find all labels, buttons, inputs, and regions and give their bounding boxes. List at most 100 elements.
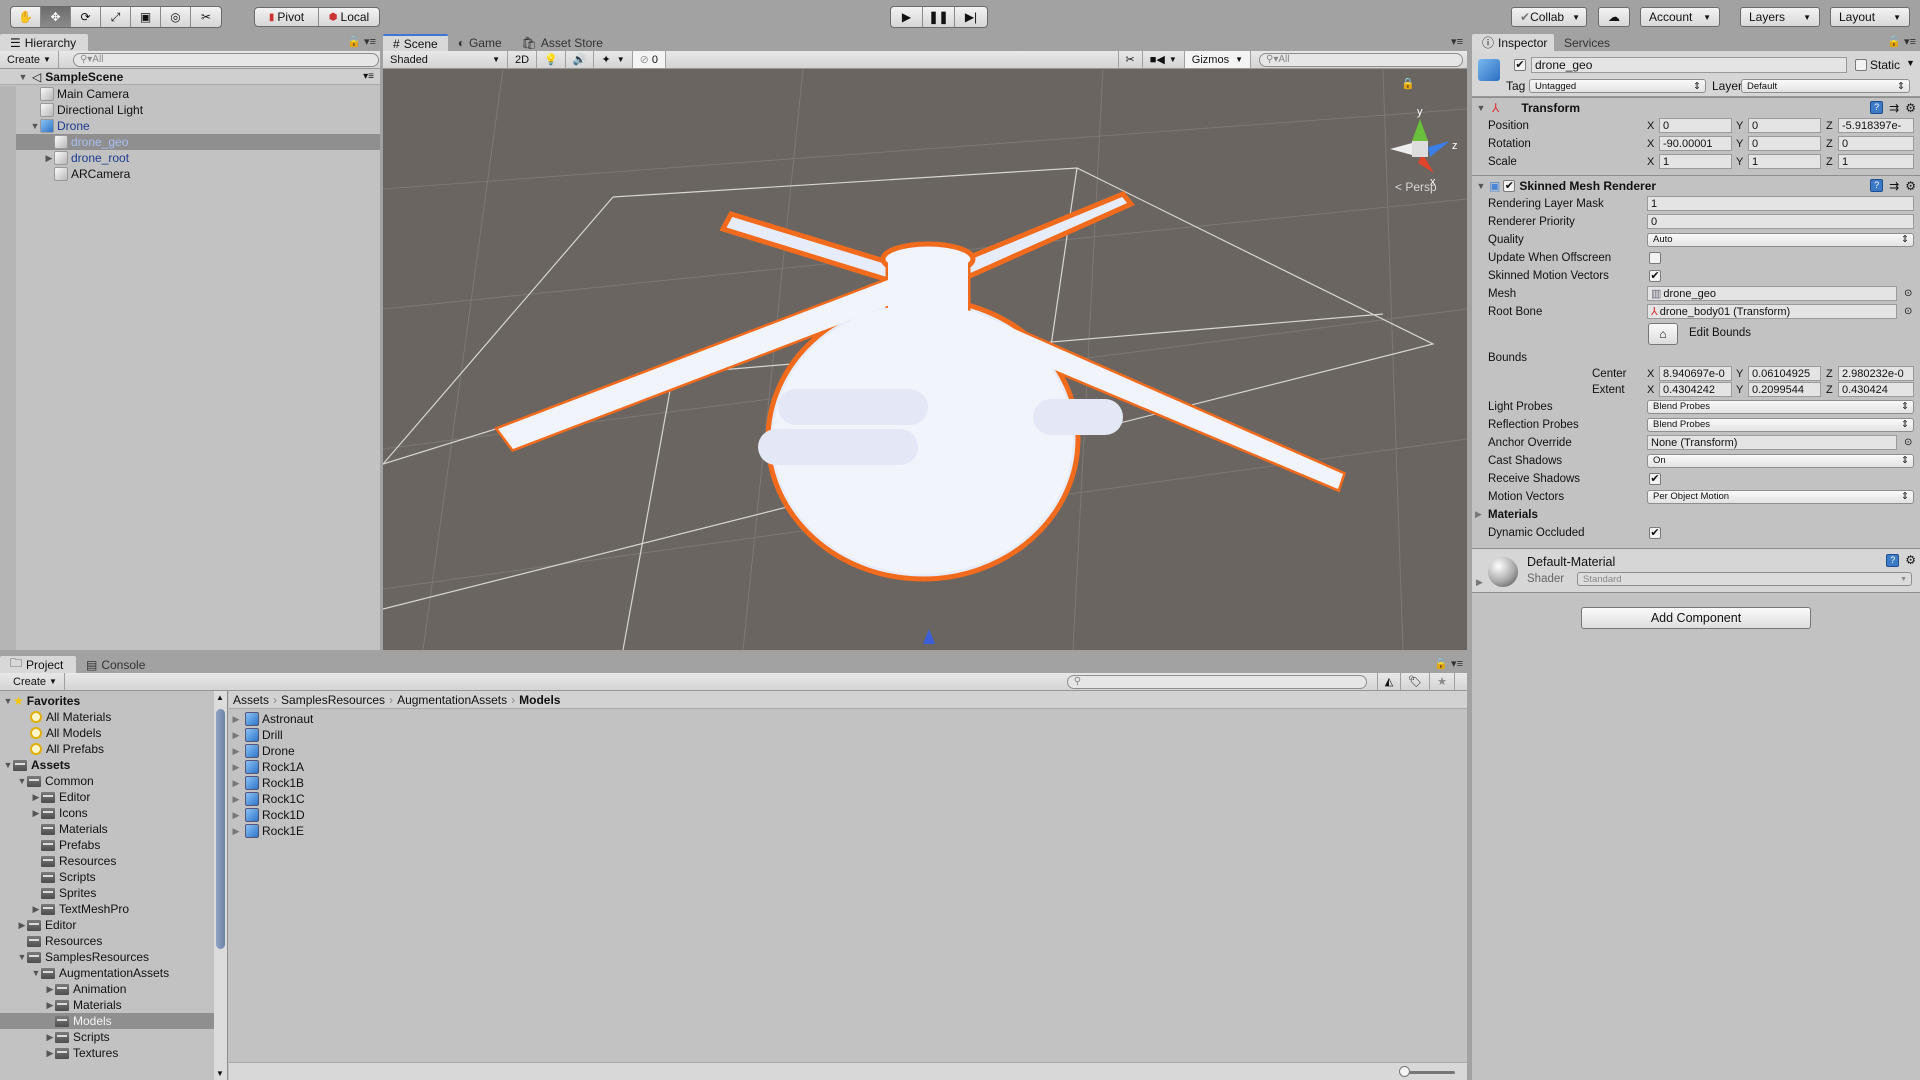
- shading-mode-dropdown[interactable]: Shaded ▼: [383, 51, 508, 68]
- edit-bounds-button[interactable]: ⌂: [1648, 323, 1678, 345]
- folder-tree-item[interactable]: Scripts: [0, 869, 227, 885]
- scale-x-field[interactable]: 1: [1659, 154, 1732, 169]
- material-header[interactable]: ▶ Default-Material Shader Standard ▼ ? ⚙: [1472, 548, 1920, 593]
- expand-closed-icon[interactable]: ▶: [231, 810, 241, 821]
- smr-enabled-checkbox[interactable]: ✔: [1503, 179, 1516, 192]
- scale-z-field[interactable]: 1: [1838, 154, 1914, 169]
- hand-tool-button[interactable]: ✋: [11, 7, 41, 27]
- skinned-mesh-renderer-header[interactable]: ▼ ▣ ✔ Skinned Mesh Renderer ? ⇉ ⚙: [1472, 175, 1920, 195]
- expand-open-icon[interactable]: ▼: [31, 968, 41, 978]
- folder-tree-item[interactable]: Materials: [0, 821, 227, 837]
- favorites-row[interactable]: ▼ ★ Favorites: [0, 693, 227, 709]
- local-button[interactable]: ⬢ Local: [319, 8, 379, 26]
- scene-search-input[interactable]: ⚲▾ All: [1259, 52, 1463, 67]
- folder-tree-item[interactable]: Prefabs: [0, 837, 227, 853]
- account-dropdown[interactable]: Account ▼: [1640, 7, 1720, 27]
- favorite-button[interactable]: ★: [1430, 673, 1455, 690]
- expand-closed-icon[interactable]: ▶: [231, 762, 241, 773]
- position-y-field[interactable]: 0: [1748, 118, 1821, 133]
- move-tool-button[interactable]: ✥: [41, 7, 71, 27]
- reflection-probes-dropdown[interactable]: Blend Probes ⇕: [1647, 417, 1914, 432]
- folder-tree-item[interactable]: Sprites: [0, 885, 227, 901]
- gear-icon[interactable]: ⚙: [1905, 101, 1916, 115]
- root-bone-field[interactable]: ⅄ drone_body01 (Transform): [1647, 304, 1897, 319]
- folder-tree-item[interactable]: ▶ Scripts: [0, 1029, 227, 1045]
- rotation-z-field[interactable]: 0: [1838, 136, 1914, 151]
- asset-item[interactable]: ▶ Rock1C: [229, 791, 1467, 807]
- gear-icon[interactable]: ⚙: [1905, 179, 1916, 193]
- scroll-down-icon[interactable]: ▼: [216, 1069, 224, 1078]
- orientation-gizmo[interactable]: y z x: [1390, 106, 1458, 188]
- expand-open-icon[interactable]: ▼: [30, 121, 40, 131]
- breadcrumb-item[interactable]: AugmentationAssets: [397, 693, 507, 707]
- expand-closed-icon[interactable]: ▶: [231, 730, 241, 741]
- dynamic-occluded-checkbox[interactable]: ✔: [1649, 526, 1661, 539]
- light-probes-dropdown[interactable]: Blend Probes ⇕: [1647, 399, 1914, 414]
- static-checkbox[interactable]: [1855, 59, 1867, 71]
- gizmo-lock-icon[interactable]: 🔒: [1401, 77, 1415, 90]
- collab-dropdown[interactable]: ✔ Collab ▼: [1511, 7, 1587, 27]
- hidden-objects-toggle[interactable]: ⊘ 0: [632, 51, 667, 68]
- cast-shadows-dropdown[interactable]: On ⇕: [1647, 453, 1914, 468]
- project-create-button[interactable]: Create ▼: [6, 673, 65, 690]
- gizmos-dropdown[interactable]: Gizmos ▼: [1184, 51, 1251, 68]
- folder-tree-item[interactable]: ▼ AugmentationAssets: [0, 965, 227, 981]
- scene-header-row[interactable]: ▼ ◁ SampleScene ▾≡: [0, 69, 380, 85]
- breadcrumb-item[interactable]: Assets: [233, 693, 269, 707]
- folder-tree-item[interactable]: ▶ Materials: [0, 997, 227, 1013]
- hierarchy-item[interactable]: ARCamera: [0, 166, 380, 182]
- expand-open-icon[interactable]: ▼: [17, 952, 27, 962]
- folder-tree-item[interactable]: ▶ Editor: [0, 789, 227, 805]
- 2d-toggle[interactable]: 2D: [508, 51, 538, 68]
- tab-game[interactable]: ◐ Game: [448, 34, 512, 51]
- mesh-field[interactable]: ▥ drone_geo: [1647, 286, 1897, 301]
- effects-toggle[interactable]: ✦ ▼: [594, 51, 633, 68]
- layer-dropdown[interactable]: Default ⇕: [1741, 79, 1910, 93]
- project-search-input[interactable]: ⚲: [1066, 674, 1367, 689]
- scene-panel-menu[interactable]: ▾≡: [1451, 35, 1463, 48]
- tab-inspector[interactable]: ⓘ Inspector: [1472, 34, 1554, 51]
- lighting-toggle[interactable]: 💡: [537, 51, 566, 68]
- help-icon[interactable]: ?: [1870, 101, 1884, 114]
- tab-console[interactable]: ▤ Console: [76, 656, 155, 673]
- expand-closed-icon[interactable]: ▶: [45, 984, 55, 995]
- expand-closed-icon[interactable]: ▶: [231, 746, 241, 757]
- folder-tree-item[interactable]: ▶ Animation: [0, 981, 227, 997]
- rotation-x-field[interactable]: -90.00001: [1659, 136, 1732, 151]
- scale-y-field[interactable]: 1: [1748, 154, 1821, 169]
- scene-tools-button[interactable]: ✂: [1117, 51, 1143, 68]
- cloud-button[interactable]: ☁: [1598, 7, 1630, 27]
- favorite-item[interactable]: All Prefabs: [0, 741, 227, 757]
- folder-tree-item[interactable]: Resources: [0, 853, 227, 869]
- rect-tool-button[interactable]: ▣: [131, 7, 161, 27]
- play-button[interactable]: ▶: [891, 7, 923, 27]
- folder-tree-item[interactable]: ▶ Editor: [0, 917, 227, 933]
- icon-size-slider-thumb[interactable]: [1399, 1066, 1410, 1077]
- tree-scrollbar[interactable]: ▲ ▼: [214, 691, 227, 1080]
- asset-item[interactable]: ▶ Rock1B: [229, 775, 1467, 791]
- audio-toggle[interactable]: 🔊: [566, 51, 595, 68]
- transform-header[interactable]: ▼ ⅄ Transform ? ⇉ ⚙: [1472, 97, 1920, 117]
- hierarchy-item[interactable]: ▼ Drone: [0, 118, 380, 134]
- favorite-item[interactable]: All Models: [0, 725, 227, 741]
- expand-closed-icon[interactable]: ▶: [17, 920, 27, 931]
- assets-root-row[interactable]: ▼ Assets: [0, 757, 227, 773]
- folder-tree-item[interactable]: ▶ Textures: [0, 1045, 227, 1061]
- position-z-field[interactable]: -5.918397e-: [1838, 118, 1914, 133]
- hierarchy-item[interactable]: Directional Light: [0, 102, 380, 118]
- anchor-override-field[interactable]: None (Transform): [1647, 435, 1897, 450]
- object-picker-icon[interactable]: ⊙: [1904, 437, 1912, 448]
- extent-y-field[interactable]: 0.2099544: [1748, 382, 1821, 397]
- expand-closed-icon[interactable]: ▶: [44, 153, 54, 164]
- object-name-input[interactable]: drone_geo: [1531, 57, 1847, 73]
- camera-dropdown[interactable]: ■◀ ▼: [1143, 51, 1185, 68]
- tree-scrollbar-thumb[interactable]: [216, 709, 225, 949]
- hierarchy-item[interactable]: Main Camera: [0, 86, 380, 102]
- asset-item[interactable]: ▶ Astronaut: [229, 711, 1467, 727]
- expand-closed-icon[interactable]: ▶: [231, 778, 241, 789]
- scene-menu-icon[interactable]: ▾≡: [363, 71, 374, 82]
- tab-project[interactable]: 🗀 Project: [0, 656, 76, 673]
- receive-shadows-checkbox[interactable]: ✔: [1649, 472, 1661, 485]
- expand-closed-icon[interactable]: ▶: [45, 1048, 55, 1059]
- asset-item[interactable]: ▶ Rock1E: [229, 823, 1467, 839]
